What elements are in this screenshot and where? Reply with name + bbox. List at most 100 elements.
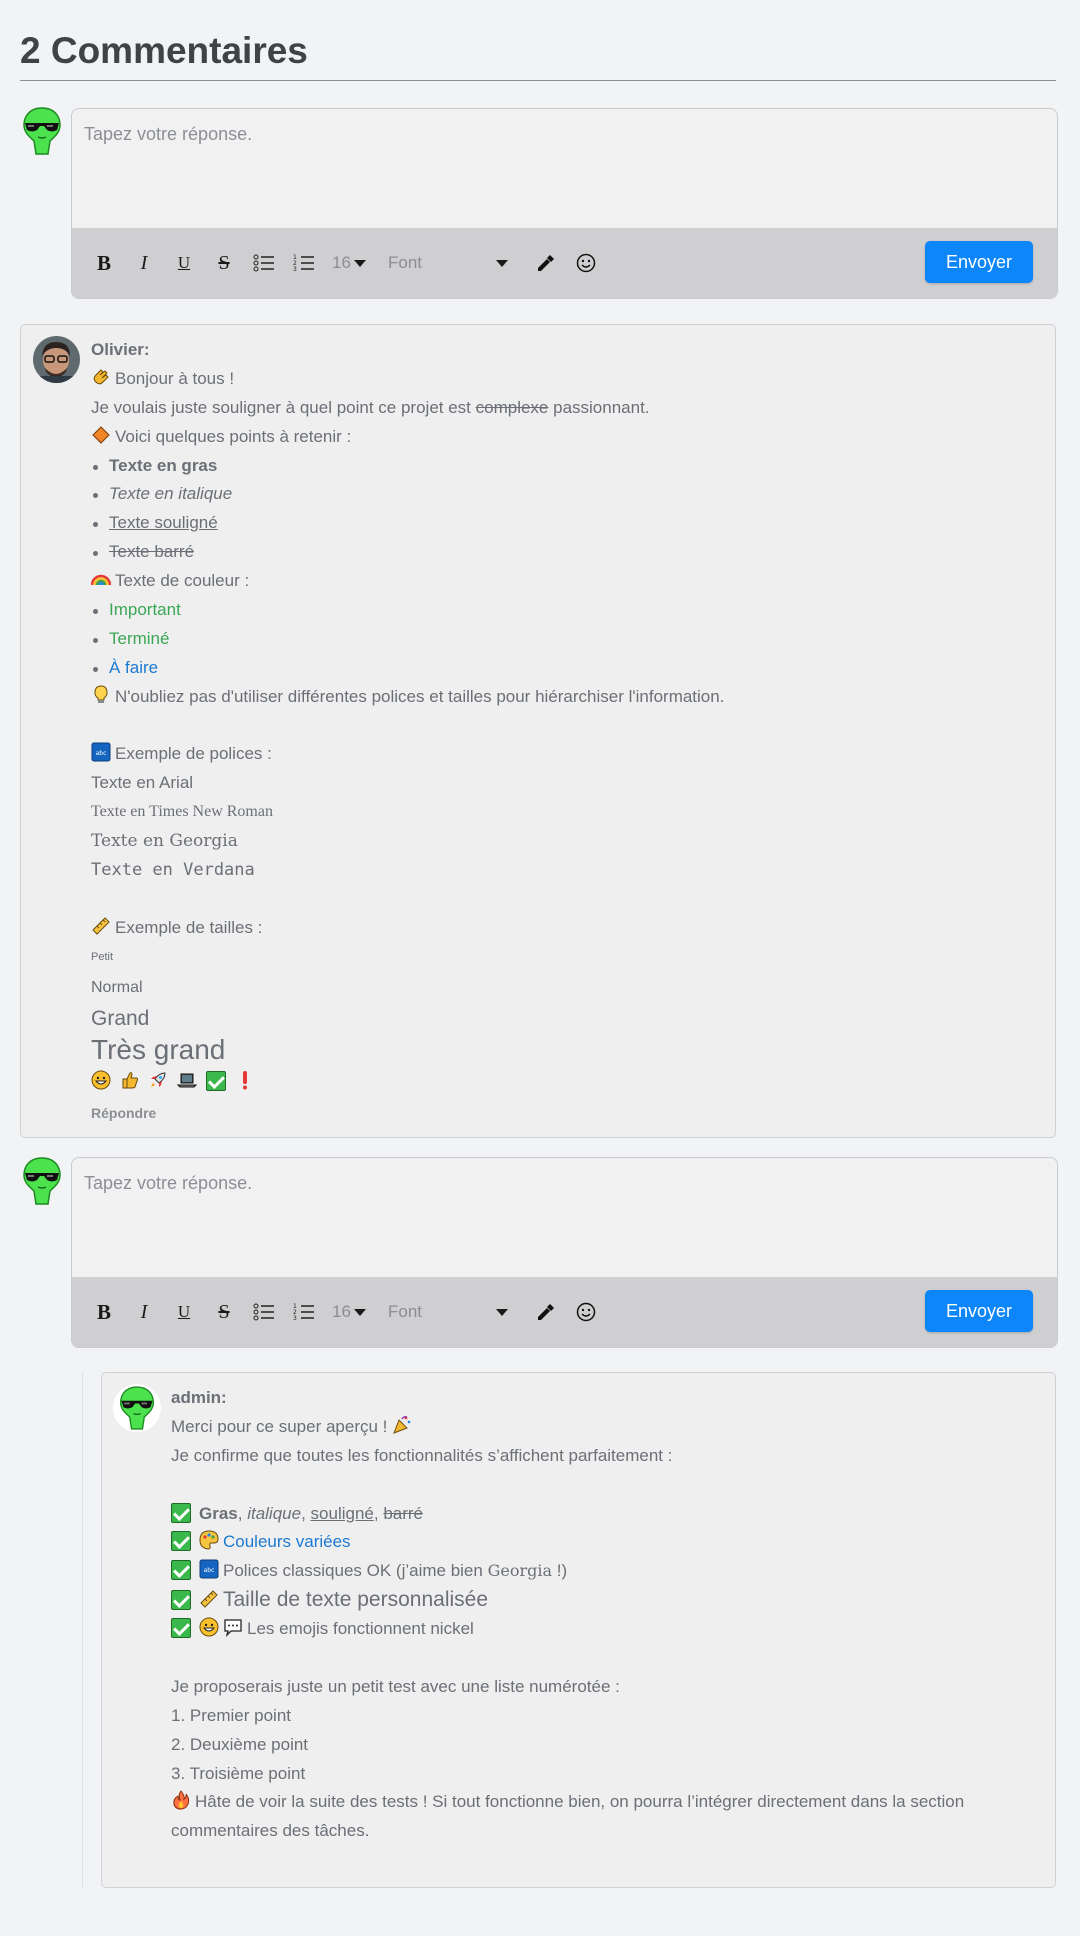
avatar — [113, 1384, 161, 1432]
comment-line: Grand — [91, 1006, 150, 1030]
rocket-icon — [151, 1072, 166, 1087]
laptop-icon — [177, 1073, 198, 1088]
comment-line: Texte en Georgia — [91, 831, 238, 852]
chevron-down-icon — [353, 1308, 366, 1316]
ruler-icon — [200, 1590, 218, 1608]
svg-text:3: 3 — [293, 1315, 297, 1321]
chevron-down-icon — [496, 1308, 508, 1316]
font-size-select[interactable]: 16 — [332, 253, 384, 273]
light-bulb-icon — [94, 685, 108, 703]
orange-diamond-icon — [92, 425, 110, 444]
emoji-button[interactable] — [566, 1292, 606, 1332]
reply-editor: Tapez votre réponse. B I U S 123 16 Font… — [71, 108, 1058, 299]
send-button[interactable]: Envoyer — [925, 1290, 1033, 1332]
italic-button[interactable]: I — [124, 1292, 164, 1332]
comment-line: Gras, italique, souligné, barré — [171, 1500, 1041, 1529]
comment-line: Bonjour à tous ! — [91, 365, 1041, 394]
bullet-list-icon — [253, 254, 274, 272]
comment-line: Très grand — [91, 1033, 226, 1065]
bullet-list-button[interactable] — [244, 1292, 284, 1332]
strikethrough-button[interactable]: S — [204, 243, 244, 283]
comment-line: Je proposerais juste un petit test avec … — [171, 1676, 620, 1696]
bullet-list-button[interactable] — [244, 243, 284, 283]
svg-text:abc: abc — [204, 1567, 215, 1574]
numbered-list-button[interactable]: 123 — [284, 243, 324, 283]
waving-hand-icon — [93, 369, 109, 385]
emoji-button[interactable] — [566, 243, 606, 283]
comment-body: admin: Merci pour ce super aperçu ! Je c… — [171, 1384, 1041, 1846]
comment-line: Petit — [91, 950, 114, 963]
reply-textarea[interactable]: Tapez votre réponse. — [72, 1158, 1057, 1278]
font-family-select[interactable]: Font — [388, 1302, 508, 1322]
font-family-select[interactable]: Font — [388, 253, 508, 273]
rainbow-icon — [91, 574, 111, 586]
check-mark-icon — [171, 1590, 191, 1611]
user-photo-icon — [33, 336, 80, 383]
list-item: 3. Troisième point — [171, 1763, 306, 1783]
comment-line: commentaires des tâches. — [171, 1821, 370, 1841]
text-color-button[interactable] — [526, 1292, 566, 1332]
svg-text:3: 3 — [293, 266, 297, 272]
palette-icon — [199, 1530, 219, 1550]
list-item: Texte souligné — [91, 509, 1041, 538]
reply-textarea[interactable]: Tapez votre réponse. — [72, 109, 1057, 229]
list-item: Texte en gras — [91, 452, 1041, 481]
list-item: 1. Premier point — [171, 1705, 291, 1725]
thumbs-up-icon — [122, 1071, 138, 1089]
comment-line: Les emojis fonctionnent nickel — [171, 1615, 1041, 1644]
list-item: Texte en italique — [91, 480, 1041, 509]
comment-line: Couleurs variées — [171, 1528, 1041, 1557]
bold-button[interactable]: B — [84, 1292, 124, 1332]
numbered-list-icon: 123 — [293, 254, 314, 272]
text-color-button[interactable] — [526, 243, 566, 283]
comment-line: abc Polices classiques OK (j’aime bien Ge… — [171, 1557, 1041, 1586]
reply-editor: Tapez votre réponse. B I U S 123 16 Font… — [71, 1157, 1058, 1348]
underline-button[interactable]: U — [164, 1292, 204, 1332]
comment-line: Hâte de voir la suite des tests ! Si tou… — [171, 1788, 1041, 1817]
svg-text:abc: abc — [96, 750, 107, 757]
check-mark-icon — [171, 1531, 191, 1552]
comment-body: Olivier: Bonjour à tous ! Je voulais jus… — [91, 336, 1041, 1126]
smiley-icon — [576, 1302, 596, 1322]
emoji-row — [91, 1066, 1041, 1098]
comment-line: N'oubliez pas d'utiliser différentes pol… — [91, 683, 1041, 712]
chevron-down-icon — [353, 259, 366, 267]
smiley-icon — [576, 253, 596, 273]
check-mark-icon — [171, 1560, 191, 1581]
list-item: Texte barré — [91, 538, 1041, 567]
underline-button[interactable]: U — [164, 243, 204, 283]
reply-link[interactable]: Répondre — [91, 1098, 1041, 1127]
color-picker-icon — [538, 1304, 554, 1320]
abc-input-icon: abc — [199, 1559, 219, 1579]
color-picker-icon — [538, 255, 554, 271]
abc-input-icon: abc — [91, 742, 111, 762]
comment-line: Taille de texte personnalisée — [171, 1586, 1041, 1615]
editor-toolbar: B I U S 123 16 Font Envoyer — [72, 1277, 1057, 1347]
font-size-select[interactable]: 16 — [332, 1302, 384, 1322]
comment-author: admin: — [171, 1388, 227, 1407]
list-item: 2. Deuxième point — [171, 1734, 309, 1754]
list-item: Important — [91, 596, 1041, 625]
strikethrough-button[interactable]: S — [204, 1292, 244, 1332]
user-avatar-alien-icon — [117, 1385, 157, 1431]
comment-line: Texte de couleur : — [91, 567, 1041, 596]
comment-line: Merci pour ce super aperçu ! — [171, 1413, 1041, 1442]
check-mark-icon — [171, 1502, 191, 1523]
speech-bubble-icon — [224, 1619, 242, 1638]
comment-line: Texte en Times New Roman — [91, 803, 273, 821]
comment-line: Texte en Arial — [91, 773, 194, 793]
comment-line: Je voulais juste souligner à quel point … — [91, 397, 650, 417]
comment-line: Je confirme que toutes les fonctionnalit… — [171, 1445, 673, 1465]
grinning-face-icon — [199, 1617, 219, 1637]
comment-line: Texte en Verdana — [91, 860, 255, 881]
send-button[interactable]: Envoyer — [925, 241, 1033, 283]
numbered-list-button[interactable]: 123 — [284, 1292, 324, 1332]
grinning-face-icon — [91, 1070, 111, 1090]
bold-button[interactable]: B — [84, 243, 124, 283]
page-title: 2 Commentaires — [20, 30, 1056, 81]
italic-button[interactable]: I — [124, 243, 164, 283]
exclamation-icon — [242, 1070, 247, 1090]
thread-line — [82, 1372, 83, 1888]
list-item: À faire — [91, 654, 1041, 683]
comment-line: Voici quelques points à retenir : — [91, 423, 1041, 452]
